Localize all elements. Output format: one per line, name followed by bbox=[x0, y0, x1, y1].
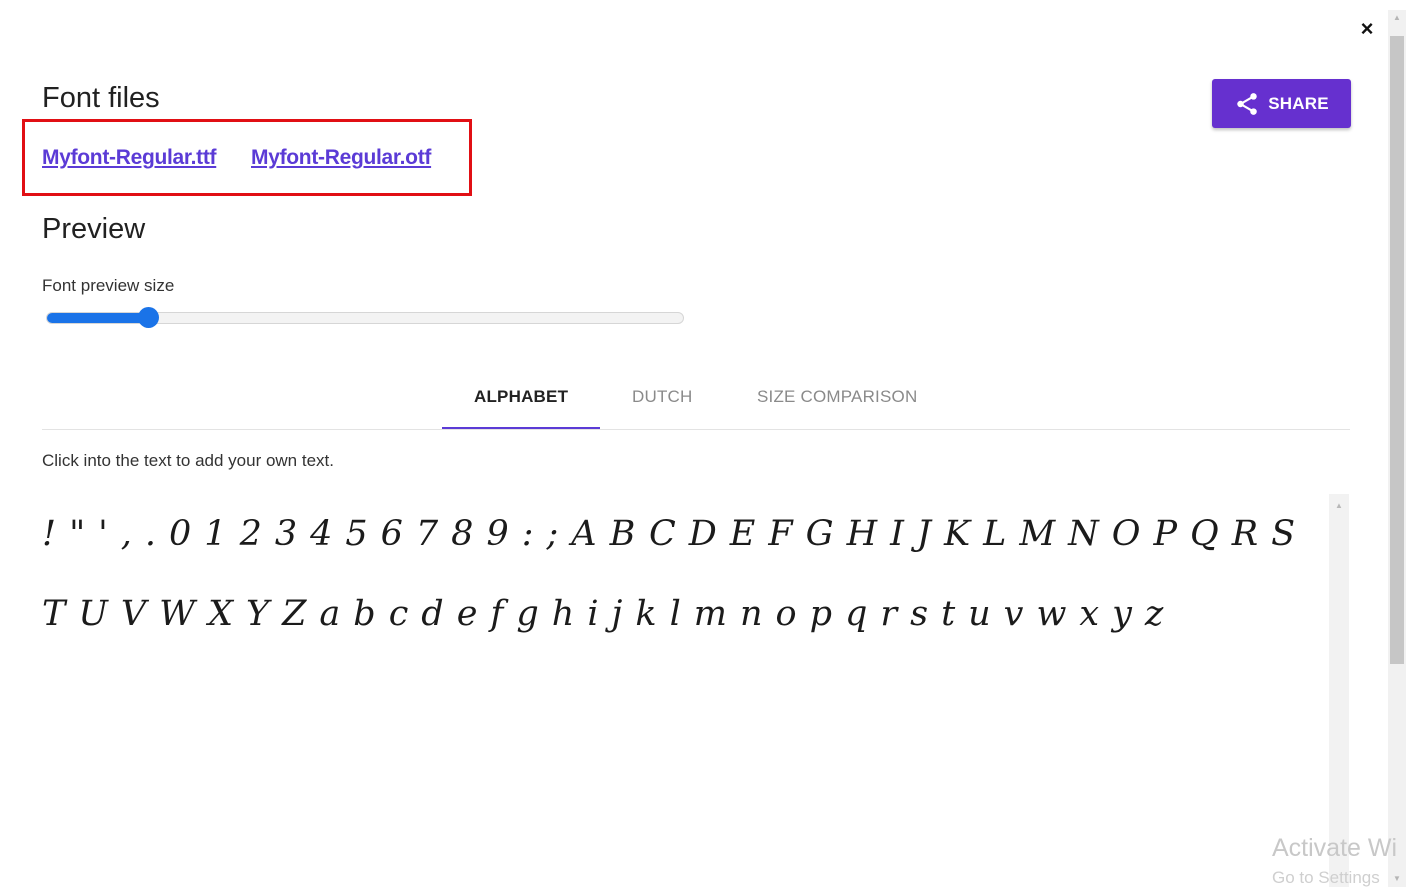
slider-fill bbox=[47, 313, 150, 323]
close-icon[interactable]: × bbox=[1354, 16, 1380, 42]
preview-title: Preview bbox=[42, 213, 146, 245]
preview-scrollbar[interactable]: ▲ bbox=[1329, 494, 1349, 887]
font-preview-size-label: Font preview size bbox=[42, 276, 175, 295]
font-file-link-ttf[interactable]: Myfont-Regular.ttf bbox=[42, 146, 217, 170]
font-preview-text[interactable]: !"',.0123456789:;ABCDEFGHIJKLMNOPQRSTUVW… bbox=[42, 494, 1330, 887]
tab-dutch[interactable]: DUTCH bbox=[632, 387, 693, 407]
share-button[interactable]: SHARE bbox=[1212, 79, 1351, 128]
page-scrollbar[interactable]: ▲ ▼ bbox=[1388, 10, 1406, 887]
share-icon bbox=[1237, 92, 1257, 115]
scroll-up-arrow-icon[interactable]: ▲ bbox=[1388, 12, 1406, 24]
tab-size-comparison[interactable]: SIZE COMPARISON bbox=[757, 387, 917, 407]
font-file-link-otf[interactable]: Myfont-Regular.otf bbox=[251, 146, 431, 170]
activate-windows-watermark: Activate Wi bbox=[1272, 834, 1398, 862]
scroll-down-arrow-icon[interactable]: ▼ bbox=[1388, 873, 1406, 885]
preview-scroll-up-arrow-icon[interactable]: ▲ bbox=[1329, 500, 1349, 512]
tabs-divider bbox=[42, 429, 1350, 430]
activate-windows-subtitle: Go to Settings bbox=[1272, 868, 1380, 887]
hint-text: Click into the text to add your own text… bbox=[42, 451, 334, 470]
share-button-label: SHARE bbox=[1268, 93, 1329, 113]
slider-thumb[interactable] bbox=[138, 307, 160, 328]
font-files-title: Font files bbox=[42, 82, 160, 114]
tab-alphabet[interactable]: ALPHABET bbox=[474, 387, 568, 407]
page-scrollbar-thumb[interactable] bbox=[1390, 36, 1404, 664]
